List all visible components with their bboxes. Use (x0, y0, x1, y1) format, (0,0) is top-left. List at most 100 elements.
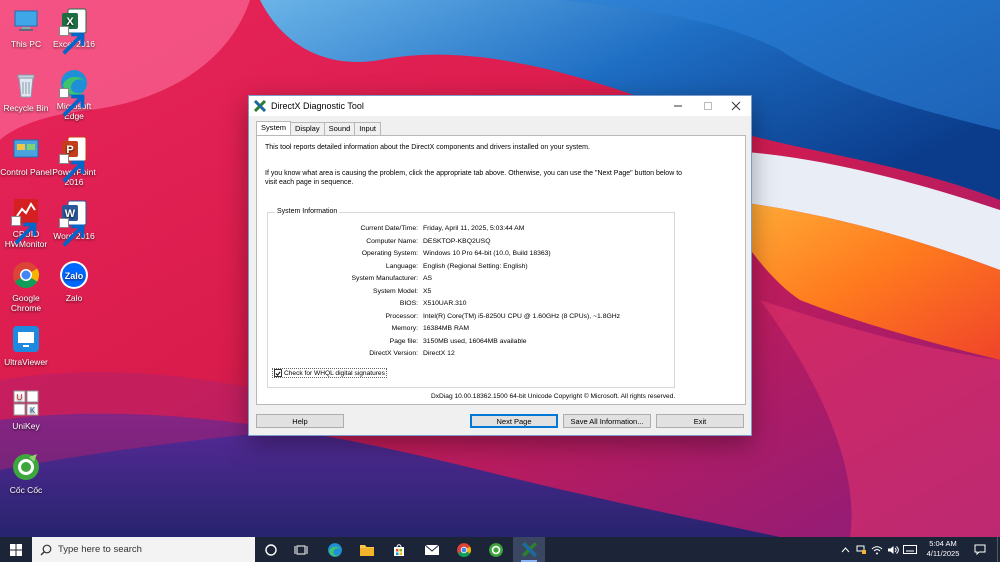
close-icon (731, 101, 741, 111)
ultraviewer-icon (11, 324, 41, 354)
system-information-group: System Information Current Date/Time: Fr… (267, 208, 675, 388)
intro-text: This tool reports detailed information a… (265, 144, 590, 151)
tab-input[interactable]: Input (354, 122, 381, 135)
wifi-icon (871, 545, 883, 554)
save-all-information-button[interactable]: Save All Information... (563, 414, 651, 428)
info-row-bios: BIOS: X510UAR.310 (268, 300, 672, 311)
store-icon (394, 543, 404, 556)
info-value: AS (423, 275, 433, 282)
taskbar-store[interactable] (383, 537, 415, 562)
info-key: DirectX Version: (369, 350, 418, 357)
info-value: X5 (423, 287, 432, 295)
info-value: Intel(R) Core(TM) i5-8250U CPU @ 1.60GHz… (423, 312, 621, 320)
taskbar-mail[interactable] (416, 537, 448, 562)
clock-time: 5:04 AM (929, 539, 957, 548)
speaker-icon (888, 545, 899, 554)
svg-text:Zalo: Zalo (65, 271, 84, 281)
tab-system[interactable]: System (256, 121, 292, 135)
info-key: Computer Name: (366, 237, 418, 245)
title-bar[interactable]: DirectX Diagnostic Tool (249, 96, 751, 116)
tray-overflow-button[interactable] (838, 537, 852, 562)
taskbar-dxdiag[interactable] (513, 537, 545, 562)
info-row-computer-name: Computer Name: DESKTOP-KBQ2USQ (268, 238, 672, 249)
desktop-icon-chrome[interactable]: Google Chrome (0, 260, 52, 313)
dxdiag-window: DirectX Diagnostic Tool System Display S… (248, 95, 752, 436)
zalo-icon: Zalo (59, 260, 89, 290)
mail-icon (424, 544, 440, 555)
start-button[interactable] (0, 537, 32, 562)
taskbar-file-explorer[interactable] (351, 537, 383, 562)
coccoc-icon (489, 542, 503, 557)
info-key: BIOS: (399, 300, 418, 307)
tab-sound[interactable]: Sound (323, 122, 356, 135)
info-value: 16384MB RAM (423, 325, 470, 332)
info-key: System Model: (373, 287, 418, 295)
this-pc-icon (11, 6, 41, 36)
taskbar-coccoc[interactable] (480, 537, 512, 562)
whql-checkbox-row[interactable]: Check for WHQL digital signatures (272, 368, 387, 378)
info-row-page-file: Page file: 3150MB used, 16064MB availabl… (268, 338, 672, 349)
taskbar-search[interactable] (32, 537, 255, 562)
info-row-processor: Processor: Intel(R) Core(TM) i5-8250U CP… (268, 313, 672, 324)
desktop-icon-edge[interactable]: Microsoft Edge (48, 68, 100, 121)
help-button[interactable]: Help (256, 414, 344, 428)
system-tab-panel: This tool reports detailed information a… (256, 135, 746, 405)
taskbar-clock[interactable]: 5:04 AM 4/11/2025 (918, 539, 968, 559)
desktop-icon-word[interactable]: W Word 2016 (48, 198, 100, 247)
chrome-icon (457, 542, 471, 557)
desktop-icon-control-panel[interactable]: Control Panel (0, 134, 52, 177)
info-key: Current Date/Time: (360, 225, 418, 232)
desktop-icon-powerpoint[interactable]: P PowerPoint 2016 (48, 134, 100, 187)
next-page-button[interactable]: Next Page (470, 414, 558, 428)
info-value: X510UAR.310 (423, 300, 467, 307)
whql-label: Check for WHQL digital signatures (284, 369, 385, 377)
task-view-button[interactable] (285, 537, 317, 562)
cortana-icon (265, 543, 277, 556)
word-icon: W (59, 198, 89, 247)
control-panel-icon (11, 134, 41, 164)
info-value: DESKTOP-KBQ2USQ (423, 237, 491, 245)
task-view-icon (294, 545, 308, 554)
maximize-button[interactable] (693, 96, 723, 116)
tab-strip: System Display Sound Input (256, 121, 381, 135)
exit-button[interactable]: Exit (656, 414, 744, 428)
desktop-icon-hwmonitor[interactable]: CPUID HWMonitor (0, 196, 52, 249)
close-button[interactable] (721, 96, 751, 116)
group-title: System Information (275, 208, 340, 215)
network-icon (856, 545, 866, 554)
excel-icon: X (59, 6, 89, 55)
desktop-icon-excel[interactable]: X Excel 2016 (48, 6, 100, 55)
coccoc-icon (11, 452, 41, 482)
maximize-icon (704, 102, 712, 110)
taskbar-edge[interactable] (319, 537, 351, 562)
cortana-button[interactable] (255, 537, 287, 562)
tray-volume[interactable] (886, 537, 900, 562)
tray-network-sharing[interactable] (854, 537, 868, 562)
chrome-icon (11, 260, 41, 290)
info-key: Operating System: (361, 250, 418, 257)
desktop-icon-unikey[interactable]: UK UniKey (0, 388, 52, 431)
info-row-os: Operating System: Windows 10 Pro 64-bit … (268, 250, 672, 261)
desktop-icon-zalo[interactable]: Zalo Zalo (48, 260, 100, 303)
search-input[interactable] (58, 544, 238, 555)
info-key: Processor: (385, 312, 418, 320)
action-center-button[interactable] (970, 537, 990, 562)
desktop-icon-coccoc[interactable]: Cốc Cốc (0, 452, 52, 495)
desktop-icon-this-pc[interactable]: This PC (0, 6, 52, 49)
tray-keyboard[interactable] (902, 537, 918, 562)
desktop-icon-recycle-bin[interactable]: Recycle Bin (0, 70, 52, 113)
info-row-model: System Model: X5 (268, 288, 672, 299)
svg-text:U: U (17, 393, 23, 402)
directx-icon (521, 542, 537, 557)
desktop-icon-ultraviewer[interactable]: UltraViewer (0, 324, 52, 367)
taskbar-chrome[interactable] (448, 537, 480, 562)
svg-text:K: K (30, 406, 36, 415)
tab-display[interactable]: Display (290, 122, 325, 135)
info-row-language: Language: English (Regional Setting: Eng… (268, 263, 672, 274)
search-icon (40, 544, 52, 555)
tray-wifi[interactable] (870, 537, 884, 562)
hwmonitor-icon (11, 196, 41, 245)
minimize-button[interactable] (663, 96, 693, 116)
whql-checkbox[interactable] (274, 369, 282, 377)
minimize-icon (674, 105, 682, 107)
